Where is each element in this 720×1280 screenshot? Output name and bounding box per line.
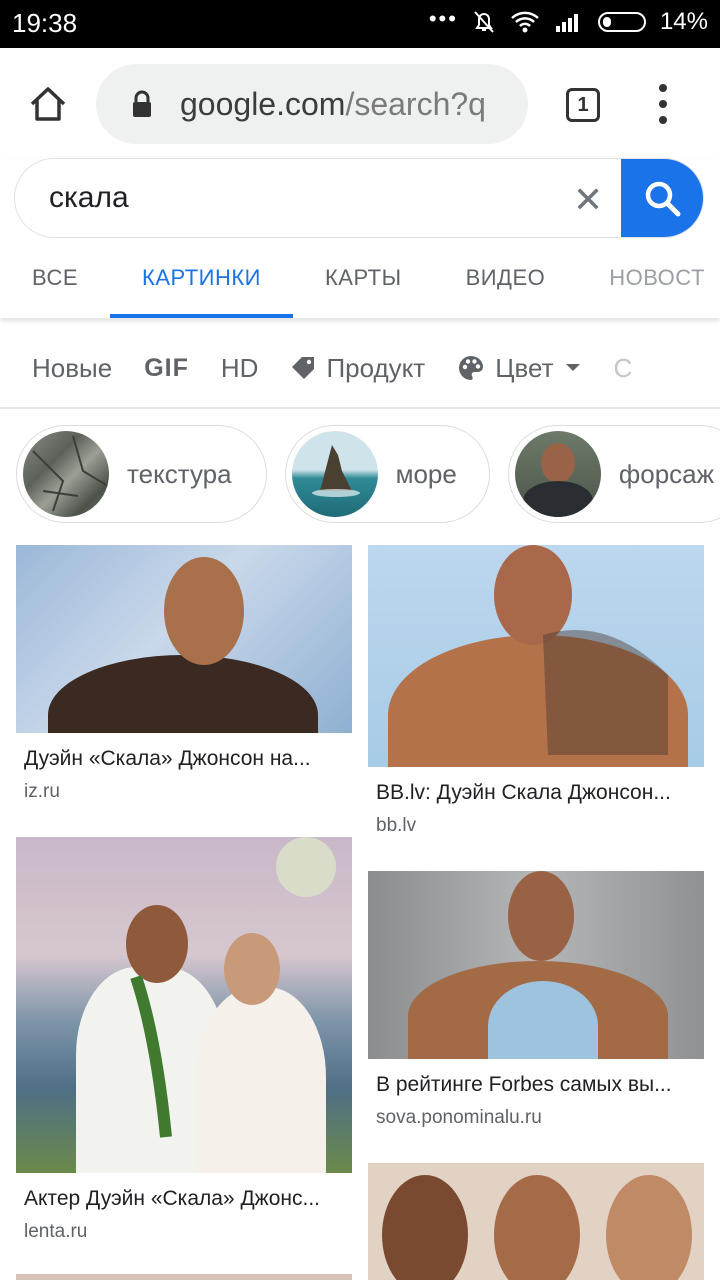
result-card[interactable]: Дуэйн «Скала» Джонсон на... iz.ru	[16, 545, 352, 803]
result-card[interactable]: В рейтинге Forbes самых вы... sova.ponom…	[368, 871, 704, 1129]
filter-new[interactable]: Новые	[32, 353, 112, 384]
tab-switcher-button[interactable]: 1	[566, 88, 600, 122]
filter-product-label: Продукт	[326, 352, 426, 383]
dropdown-arrow-icon	[565, 364, 580, 371]
url-text: google.com/search?q	[180, 86, 486, 122]
search-icon	[645, 181, 681, 217]
search-button[interactable]	[621, 159, 703, 237]
filter-color-label: Цвет	[495, 352, 554, 383]
search-header: скала ✕ ВСЕ КАРТИНКИ КАРТЫ ВИДЕО НОВОСТ	[0, 158, 720, 318]
status-bar: 19:38 ••• 14%	[0, 0, 720, 48]
result-image[interactable]	[368, 1163, 704, 1280]
status-icons: ••• 14%	[428, 6, 708, 36]
image-filters: Новые GIF HD Продукт Цвет С	[0, 338, 720, 398]
related-chip-label: море	[395, 458, 457, 489]
result-card[interactable]: Актер Дуэйн «Скала» Джонс... lenta.ru	[16, 837, 352, 1243]
clock: 19:38	[12, 8, 78, 38]
fast-thumbnail	[514, 431, 601, 517]
result-card[interactable]: BB.lv: Дуэйн Скала Джонсон... bb.lv	[368, 545, 704, 837]
result-card[interactable]	[16, 1274, 352, 1280]
result-title: BB.lv: Дуэйн Скала Джонсон...	[376, 781, 671, 804]
related-chip-fast[interactable]: форсаж	[507, 425, 720, 523]
filter-more[interactable]: С	[614, 353, 633, 384]
result-source: bb.lv	[376, 815, 417, 836]
related-chip-label: форсаж	[618, 458, 715, 489]
battery-level: 14%	[659, 8, 708, 35]
search-tabs: ВСЕ КАРТИНКИ КАРТЫ ВИДЕО НОВОСТ	[0, 258, 720, 318]
related-chip-label: текстура	[127, 458, 232, 489]
tab-images[interactable]: КАРТИНКИ	[110, 258, 293, 318]
more-notifications-icon: •••	[428, 6, 458, 31]
address-bar[interactable]: google.com/search?q	[96, 64, 528, 144]
tab-all[interactable]: ВСЕ	[0, 258, 110, 318]
result-image[interactable]	[368, 871, 704, 1059]
palette-icon	[459, 356, 484, 380]
texture-thumbnail	[23, 431, 109, 517]
filter-color[interactable]: Цвет	[457, 353, 581, 384]
result-title: В рейтинге Forbes самых вы...	[376, 1073, 672, 1096]
result-source: sova.ponominalu.ru	[376, 1107, 542, 1128]
tab-maps[interactable]: КАРТЫ	[293, 258, 434, 318]
result-card[interactable]	[368, 1163, 704, 1280]
filter-hd[interactable]: HD	[221, 353, 259, 384]
divider	[0, 407, 720, 409]
tag-icon	[292, 357, 315, 379]
result-image[interactable]	[16, 545, 352, 733]
search-input[interactable]: скала	[49, 181, 129, 215]
overflow-menu-icon[interactable]	[650, 84, 676, 124]
search-box[interactable]: скала ✕	[14, 158, 704, 238]
sea-rock-thumbnail	[291, 431, 378, 517]
related-chip-texture[interactable]: текстура	[16, 425, 267, 523]
result-source: lenta.ru	[24, 1221, 88, 1242]
related-chip-sea[interactable]: море	[284, 425, 490, 523]
tab-video[interactable]: ВИДЕО	[434, 258, 578, 318]
result-source: iz.ru	[24, 781, 60, 802]
result-title: Актер Дуэйн «Скала» Джонс...	[24, 1187, 320, 1210]
browser-toolbar: google.com/search?q 1	[0, 48, 720, 160]
filter-product[interactable]: Продукт	[290, 353, 425, 384]
mute-bell-icon	[474, 11, 494, 33]
clear-icon[interactable]: ✕	[573, 179, 603, 221]
battery-icon	[597, 12, 646, 32]
related-searches: текстура море форсаж	[16, 425, 720, 525]
result-title: Дуэйн «Скала» Джонсон на...	[24, 747, 311, 770]
filter-gif[interactable]: GIF	[144, 354, 189, 383]
result-image[interactable]	[16, 837, 352, 1173]
result-image[interactable]	[16, 1274, 352, 1280]
result-image[interactable]	[368, 545, 704, 767]
lock-icon	[133, 90, 151, 117]
wifi-icon	[511, 11, 539, 33]
tab-news[interactable]: НОВОСТ	[577, 258, 720, 318]
signal-icon	[555, 14, 578, 32]
home-icon[interactable]	[26, 82, 70, 126]
